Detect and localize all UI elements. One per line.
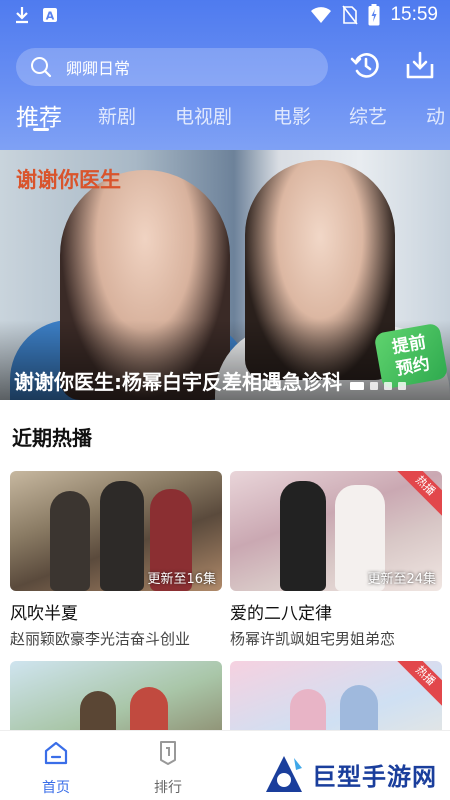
wifi-icon [311,7,332,23]
carousel-dot[interactable] [384,382,392,390]
drama-description: 杨幂许凯飒姐宅男姐弟恋 [230,630,396,648]
banner[interactable]: 谢谢你医生 提前 预约 谢谢你医生:杨幂白宇反差相遇急诊科 [0,150,450,400]
preorder-badge-text: 提前 预约 [390,332,432,380]
carousel-dot[interactable] [398,382,406,390]
home-icon [44,741,68,765]
status-bar: A 15:59 [0,0,450,32]
hot-badge: 热播 [393,471,442,518]
update-label: 更新至24集 [367,572,436,587]
battery-charging-icon [368,4,380,26]
preorder-badge[interactable]: 提前 预约 [373,322,449,390]
drama-card[interactable]: 热播 更新至24集 爱的二八定律 杨幂许凯飒姐宅男姐弟恋 [230,471,442,649]
nav-label: 首页 [42,780,70,796]
ranking-icon [160,741,176,765]
history-icon[interactable] [350,50,382,82]
banner-title: 谢谢你医生:杨幂白宇反差相遇急诊科 [14,370,342,394]
carousel-dot[interactable] [350,382,364,390]
banner-logo-text: 谢谢你医生 [16,168,121,192]
download-button-icon[interactable] [404,50,436,82]
search-bar[interactable]: 卿卿日常 [16,48,328,86]
watermark-text: 巨型手游网 [312,762,437,791]
search-placeholder: 卿卿日常 [66,59,131,78]
drama-title: 爱的二八定律 [230,604,332,624]
tab-tv-series[interactable]: 电视剧 [175,102,232,129]
tab-new-drama[interactable]: 新剧 [98,102,136,129]
category-tabs: 推荐 新剧 电视剧 电影 综艺 动 [0,98,450,142]
drama-card[interactable]: 更新至16集 风吹半夏 赵丽颖欧豪李光洁奋斗创业 [10,471,222,649]
carousel-dot[interactable] [370,382,378,390]
tab-movie[interactable]: 电影 [273,102,311,129]
drama-poster: 更新至16集 [10,471,222,591]
a-icon: A [43,8,57,23]
download-icon [16,7,28,24]
carousel-indicator [350,382,406,390]
watermark: 巨型手游网 [262,748,450,800]
tab-variety[interactable]: 综艺 [349,102,387,129]
drama-title: 风吹半夏 [10,604,78,624]
tab-indicator [33,128,49,131]
hot-badge: 热播 [393,661,442,708]
tab-recommend[interactable]: 推荐 [16,98,62,132]
svg-text:A: A [46,10,55,23]
status-time: 15:59 [390,4,438,25]
update-label: 更新至16集 [147,572,216,587]
drama-poster: 热播 更新至24集 [230,471,442,591]
watermark-logo-icon [266,756,302,792]
tab-anime[interactable]: 动 [426,102,445,129]
nav-ranking[interactable]: 排行 [138,739,198,797]
no-sim-icon [342,5,359,25]
section-title: 近期热播 [12,426,92,450]
drama-description: 赵丽颖欧豪李光洁奋斗创业 [10,630,191,648]
nav-label: 排行 [154,780,182,796]
search-icon [31,57,52,78]
nav-home[interactable]: 首页 [26,739,86,797]
